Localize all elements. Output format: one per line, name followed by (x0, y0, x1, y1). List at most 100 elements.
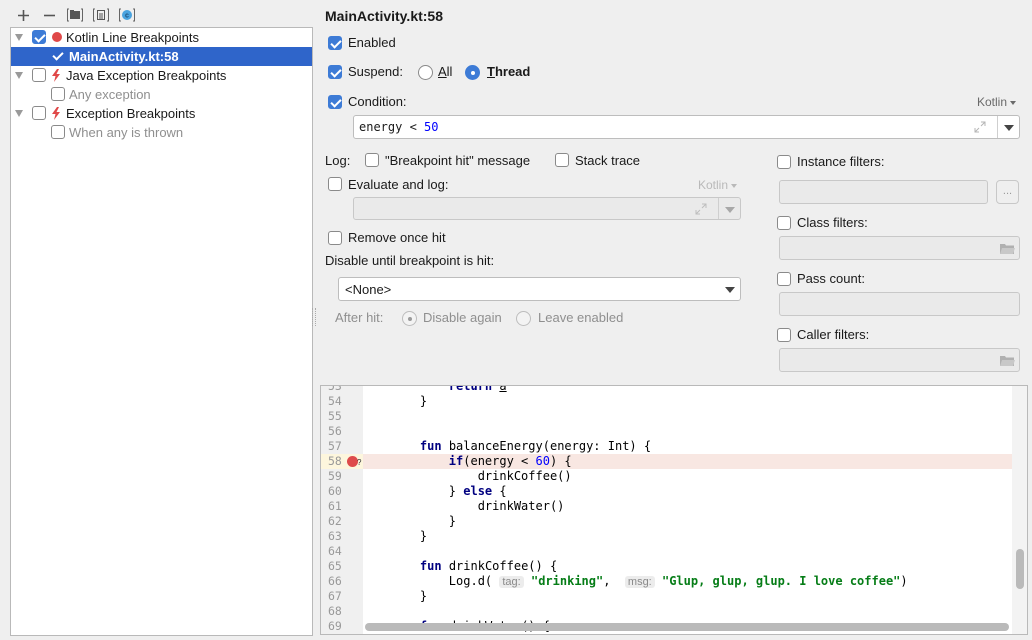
log-message-label: "Breakpoint hit" message (385, 153, 531, 168)
code-preview-editor[interactable]: 53 return a 54 } 55 56 57 fun balanceEnergy(… (320, 385, 1028, 635)
expand-triangle-icon[interactable] (15, 110, 23, 117)
line-number: 68 (328, 604, 342, 618)
suspend-thread-label: Thread (487, 64, 531, 79)
class-filters-checkbox[interactable] (777, 216, 791, 230)
code-line: 68 (321, 604, 1012, 619)
line-breakpoint-icon (52, 32, 62, 42)
instance-filters-input (779, 180, 988, 204)
stack-trace-label: Stack trace (575, 153, 641, 168)
group-checkbox[interactable] (32, 30, 46, 44)
group-by-package-button[interactable] (65, 5, 85, 25)
folder-group-icon (67, 8, 83, 22)
folder-icon[interactable] (1000, 356, 1015, 366)
caller-filters-label: Caller filters: (797, 327, 870, 342)
log-message-checkbox[interactable] (365, 153, 379, 167)
tree-item-mainactivity-58[interactable]: MainActivity.kt:58 (11, 47, 312, 66)
suspend-all-label: All (438, 64, 453, 79)
expand-triangle-icon[interactable] (15, 34, 23, 41)
code-line: 62 } (321, 514, 1012, 529)
code-text: } else { (391, 484, 507, 498)
condition-label: Condition: (348, 94, 407, 109)
line-number: 57 (328, 439, 342, 453)
suspend-thread-radio[interactable] (465, 65, 480, 80)
caller-filters-checkbox[interactable] (777, 328, 791, 342)
code-line: 64 (321, 544, 1012, 559)
breakpoint-checkbox[interactable] (51, 87, 65, 101)
chevron-down-icon (725, 287, 735, 293)
tree-item-label: MainActivity.kt:58 (69, 49, 179, 64)
line-number: 61 (328, 499, 342, 513)
group-checkbox[interactable] (32, 106, 46, 120)
lightning-icon (52, 107, 60, 120)
code-line: 57 fun balanceEnergy(energy: Int) { (321, 439, 1012, 454)
code-text: if(energy < 60) { (448, 454, 572, 468)
line-number: 69 (328, 619, 342, 633)
tree-item-label: When any is thrown (69, 125, 184, 140)
tree-item-when-any-is-thrown[interactable]: When any is thrown (11, 123, 312, 142)
disable-again-label: Disable again (423, 310, 502, 325)
tree-group-exception-breakpoints[interactable]: Exception Breakpoints (11, 104, 312, 123)
instance-filters-label: Instance filters: (797, 154, 885, 169)
code-line: 58? if(energy < 60) { (321, 454, 1012, 469)
code-line: 63 } (321, 529, 1012, 544)
expand-triangle-icon[interactable] (15, 72, 23, 79)
evaluate-and-log-checkbox[interactable] (328, 177, 342, 191)
line-number: 67 (328, 589, 342, 603)
code-line: 54 } (321, 394, 1012, 409)
group-by-class-button[interactable]: c (117, 5, 137, 25)
line-number: 60 (328, 484, 342, 498)
code-text: } (391, 529, 428, 543)
tree-group-kotlin-line-breakpoints[interactable]: Kotlin Line Breakpoints (11, 28, 312, 47)
remove-once-hit-checkbox[interactable] (328, 231, 342, 245)
breakpoint-checkbox[interactable] (51, 49, 65, 63)
vertical-scroll-thumb[interactable] (1016, 549, 1024, 589)
pass-count-label: Pass count: (797, 271, 865, 286)
remove-icon (43, 14, 55, 16)
svg-text:c: c (125, 13, 129, 20)
condition-checkbox[interactable] (328, 95, 342, 109)
stack-trace-checkbox[interactable] (555, 153, 569, 167)
line-number: 63 (328, 529, 342, 543)
remove-breakpoint-button[interactable] (39, 5, 59, 25)
code-text: fun balanceEnergy(energy: Int) { (419, 439, 652, 453)
pass-count-checkbox[interactable] (777, 272, 791, 286)
enabled-checkbox[interactable] (328, 36, 342, 50)
breakpoint-title: MainActivity.kt:58 (325, 8, 443, 24)
class-group-icon: c (119, 8, 135, 22)
code-text: Log.d( tag: "drinking", msg: "Glup, glup… (391, 574, 908, 588)
disable-until-select[interactable]: <None> (338, 277, 741, 301)
history-dropdown-icon[interactable] (1004, 125, 1014, 131)
evaluate-and-log-label: Evaluate and log: (348, 177, 449, 192)
suspend-checkbox[interactable] (328, 65, 342, 79)
add-breakpoint-button[interactable] (13, 5, 33, 25)
group-checkbox[interactable] (32, 68, 46, 82)
code-text: return a (448, 385, 507, 393)
conditional-marker-icon: ? (357, 458, 362, 467)
group-by-file-button[interactable] (91, 5, 111, 25)
condition-input[interactable]: energy < 50 (353, 115, 1020, 139)
condition-language-selector[interactable]: Kotlin (977, 95, 1017, 109)
tree-group-java-exception-breakpoints[interactable]: Java Exception Breakpoints (11, 66, 312, 85)
breakpoint-tree[interactable]: Kotlin Line Breakpoints MainActivity.kt:… (10, 27, 313, 636)
line-number: 53 (328, 385, 342, 393)
expand-icon (695, 203, 707, 215)
chevron-down-icon (1010, 100, 1017, 105)
instance-filters-checkbox[interactable] (777, 155, 791, 169)
tree-item-label: Any exception (69, 87, 151, 102)
tree-item-any-exception[interactable]: Any exception (11, 85, 312, 104)
condition-text: energy < (359, 120, 425, 134)
code-line: 66 Log.d( tag: "drinking", msg: "Glup, g… (321, 574, 1012, 589)
suspend-label: Suspend: (348, 64, 403, 79)
remove-once-hit-label: Remove once hit (348, 230, 446, 245)
vertical-scrollbar[interactable] (1012, 386, 1027, 634)
breakpoint-checkbox[interactable] (51, 125, 65, 139)
horizontal-scroll-thumb[interactable] (365, 623, 1009, 631)
code-text: drinkCoffee() (391, 469, 572, 483)
folder-icon[interactable] (1000, 244, 1015, 254)
splitter-handle[interactable] (312, 308, 316, 326)
code-line: 56 (321, 424, 1012, 439)
instance-filters-browse-button[interactable]: ... (996, 180, 1019, 204)
suspend-all-radio[interactable] (418, 65, 433, 80)
expand-icon[interactable] (974, 121, 986, 133)
line-number: 54 (328, 394, 342, 408)
